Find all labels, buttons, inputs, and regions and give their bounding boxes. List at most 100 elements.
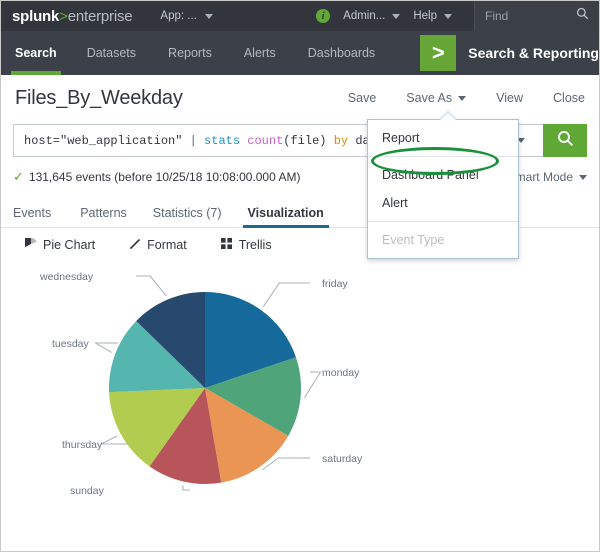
- view-button[interactable]: View: [496, 91, 523, 105]
- chevron-down-icon: [579, 174, 587, 180]
- pie-slice-label: friday: [322, 278, 348, 290]
- admin-menu-label: Admin...: [343, 10, 386, 22]
- pie-leader-line: [261, 457, 310, 471]
- chevron-down-icon: [204, 13, 213, 19]
- nav-item-label: Search: [15, 46, 57, 60]
- pie-slice-label: monday: [322, 367, 360, 379]
- pie-slice-label: saturday: [322, 453, 363, 465]
- view-button-label: View: [496, 91, 524, 105]
- query-segment: count: [247, 133, 284, 148]
- query-segment: |: [189, 133, 205, 148]
- close-button-label: Close: [553, 91, 585, 105]
- check-icon: ✓: [13, 169, 24, 184]
- pie-slice-label: sunday: [70, 485, 105, 497]
- save-button-label: Save: [347, 91, 377, 105]
- pie-slice-label: wednesday: [39, 271, 94, 283]
- tab-label: Statistics (7): [152, 206, 222, 220]
- tab-label: Visualization: [247, 206, 324, 220]
- pie-slice-label: thursday: [62, 439, 103, 451]
- pencil-icon: [129, 238, 141, 253]
- query-segment: (file): [283, 133, 334, 148]
- menu-item-dashboard-panel[interactable]: Dashboard Panel: [368, 161, 518, 189]
- grid-icon: [220, 237, 233, 253]
- nav-item-label: Dashboards: [307, 46, 376, 60]
- admin-menu[interactable]: Admin...: [343, 10, 401, 22]
- page-title: Files_By_Weekday: [15, 86, 183, 109]
- search-title-row: Files_By_Weekday Save Save As View Close: [1, 75, 599, 121]
- menu-item-alert[interactable]: Alert: [368, 189, 518, 217]
- pie-leader-line: [182, 485, 190, 491]
- logo-brand-text: splunk: [12, 7, 60, 25]
- menu-item-label: Dashboard Panel: [382, 168, 479, 182]
- tab-label: Events: [13, 206, 52, 220]
- trellis-button-label: Trellis: [238, 238, 272, 252]
- run-search-button[interactable]: [543, 124, 587, 157]
- menu-item-label: Report: [382, 131, 420, 145]
- tab-visualization[interactable]: Visualization: [235, 206, 337, 228]
- pie-slice-label: tuesday: [52, 338, 90, 350]
- splunk-logo[interactable]: splunk>enterprise: [12, 7, 133, 25]
- logo-product-text: enterprise: [67, 7, 133, 25]
- save-as-button-label: Save As: [406, 91, 453, 105]
- tab-patterns[interactable]: Patterns: [67, 206, 140, 227]
- logo-chevron-icon: >: [59, 7, 68, 25]
- pie-chart-icon: [19, 234, 37, 253]
- pie-leader-line: [304, 371, 322, 398]
- close-button[interactable]: Close: [553, 91, 585, 105]
- search-query-text: host="web_application" | stats count(fil…: [24, 134, 406, 148]
- nav-item-reports[interactable]: Reports: [152, 31, 228, 75]
- save-as-dropdown-menu: Report Dashboard Panel Alert Event Type: [367, 119, 519, 259]
- chart-type-label: Pie Chart: [43, 238, 96, 252]
- app-chevron-icon: >: [420, 35, 457, 71]
- chevron-down-icon: [444, 13, 452, 19]
- tab-events[interactable]: Events: [13, 206, 67, 227]
- search-actions: Save Save As View Close: [318, 91, 585, 105]
- query-segment: stats: [204, 133, 248, 148]
- info-icon[interactable]: i: [316, 9, 331, 23]
- chart-type-selector[interactable]: Pie Chart: [19, 234, 96, 253]
- event-count-text: 131,645 events (before 10/25/18 10:08:00…: [28, 170, 301, 184]
- nav-item-label: Alerts: [243, 46, 276, 60]
- pie-chart-container: friday monday saturday sunday thursday tuesda…: [1, 262, 599, 532]
- splunk-search-page: splunk>enterprise App: ... i Admin... He…: [0, 0, 600, 552]
- app-name-label: Search & Reporting: [468, 45, 599, 61]
- pie-leader-line: [262, 282, 310, 307]
- tab-statistics[interactable]: Statistics (7): [140, 206, 235, 227]
- nav-item-dashboards[interactable]: Dashboards: [292, 31, 391, 75]
- menu-item-report[interactable]: Report: [368, 124, 518, 152]
- menu-divider: [368, 156, 518, 157]
- search-mode-selector[interactable]: Smart Mode: [508, 170, 587, 184]
- nav-item-datasets[interactable]: Datasets: [71, 31, 152, 75]
- app-selector-menu[interactable]: App: ...: [160, 10, 213, 22]
- find-input-placeholder: Find: [485, 9, 509, 23]
- pie-slices-group: [108, 292, 302, 484]
- top-bar-right: i Admin... Help Find: [316, 1, 599, 31]
- app-selector-label: App: ...: [160, 10, 197, 22]
- find-input[interactable]: Find: [474, 1, 599, 31]
- pie-leader-line: [93, 342, 118, 353]
- top-bar: splunk>enterprise App: ... i Admin... He…: [1, 1, 599, 31]
- format-button[interactable]: Format: [129, 238, 187, 253]
- magnifier-icon: [557, 130, 574, 152]
- pie-chart[interactable]: friday monday saturday sunday thursday tuesda…: [10, 262, 590, 530]
- menu-divider: [368, 221, 518, 222]
- help-menu[interactable]: Help: [413, 10, 452, 22]
- tab-label: Patterns: [80, 206, 127, 220]
- search-icon: [576, 7, 589, 25]
- nav-item-label: Reports: [168, 46, 212, 60]
- nav-item-search[interactable]: Search: [1, 31, 71, 75]
- current-app-badge[interactable]: > Search & Reporting: [420, 31, 599, 75]
- save-button[interactable]: Save: [348, 91, 377, 105]
- menu-item-label: Alert: [382, 196, 408, 210]
- trellis-button[interactable]: Trellis: [220, 237, 272, 253]
- query-segment: host="web_application": [24, 133, 190, 148]
- nav-item-alerts[interactable]: Alerts: [228, 31, 292, 75]
- save-as-button[interactable]: Save As: [406, 91, 467, 105]
- menu-item-event-type: Event Type: [368, 226, 518, 254]
- menu-item-label: Event Type: [382, 233, 445, 247]
- format-button-label: Format: [147, 238, 187, 252]
- pie-leader-line: [136, 275, 167, 297]
- query-segment: by: [333, 133, 356, 148]
- chevron-down-icon: [392, 13, 401, 19]
- help-menu-label: Help: [413, 10, 437, 22]
